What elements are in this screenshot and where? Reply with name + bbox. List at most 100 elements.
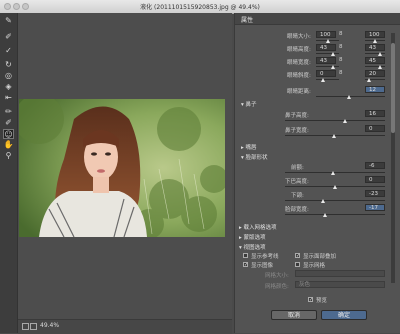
nose-section-label: 鼻子 bbox=[245, 102, 257, 108]
eye-distance-label: 眼睛距离: bbox=[287, 89, 311, 95]
mesh-color-select[interactable]: 灰色 bbox=[295, 281, 385, 288]
eye-height-right-input[interactable]: 43 bbox=[365, 44, 385, 51]
forehead-thumb[interactable] bbox=[331, 171, 335, 175]
eye-tilt-left-slider[interactable] bbox=[316, 79, 339, 80]
forehead-slider[interactable] bbox=[285, 172, 385, 173]
mouth-section-label: 嘴唇 bbox=[245, 145, 257, 151]
window-title: 液化 (2011101515920853.jpg @ 49.4%) bbox=[140, 4, 260, 11]
chin-height-thumb[interactable] bbox=[333, 185, 337, 189]
pucker-icon[interactable]: ◎ bbox=[3, 71, 14, 81]
eye-width-right-slider[interactable] bbox=[365, 66, 385, 67]
eye-size-label: 眼睛大小: bbox=[287, 34, 311, 40]
cancel-button[interactable]: 取消 bbox=[271, 310, 317, 320]
nose-height-slider[interactable] bbox=[285, 120, 385, 121]
forehead-row: 前额: -6 bbox=[235, 162, 385, 175]
eye-height-right-slider[interactable] bbox=[365, 53, 385, 54]
link-icon[interactable]: 8 bbox=[339, 57, 343, 63]
chin-height-row: 下巴高度: 0 bbox=[235, 176, 385, 189]
zoom-in-button[interactable] bbox=[30, 323, 37, 330]
ok-button[interactable]: 确定 bbox=[321, 310, 367, 320]
bloat-icon[interactable]: ◈ bbox=[3, 82, 14, 92]
eye-width-left-input[interactable]: 43 bbox=[316, 57, 336, 64]
eye-width-right-thumb[interactable] bbox=[378, 65, 382, 69]
eye-height-row: 眼睛高度: 43 8 43 bbox=[235, 44, 385, 56]
eye-width-right-input[interactable]: 45 bbox=[365, 57, 385, 64]
eye-width-left-slider[interactable] bbox=[316, 66, 339, 67]
mesh-size-select[interactable] bbox=[295, 270, 385, 277]
face-tool-icon[interactable]: ☺ bbox=[3, 129, 14, 139]
eye-height-left-input[interactable]: 43 bbox=[316, 44, 336, 51]
preview-checkbox[interactable]: ✓ bbox=[308, 297, 313, 303]
mesh-size-label: 网格大小: bbox=[265, 273, 289, 279]
eye-distance-input[interactable]: 12 bbox=[365, 86, 385, 93]
scrollbar-thumb[interactable] bbox=[391, 43, 395, 133]
face-width-row: 脸部宽度: -17 bbox=[235, 204, 385, 217]
nose-height-thumb[interactable] bbox=[343, 119, 347, 123]
preview-image[interactable] bbox=[19, 99, 225, 237]
mesh-color-label: 网格颜色: bbox=[265, 284, 289, 290]
load-mesh-section-toggle[interactable]: ▸ 载入网格选项 bbox=[239, 223, 277, 231]
eye-tilt-right-input[interactable]: 20 bbox=[365, 70, 385, 77]
jawline-row: 下颌: -23 bbox=[235, 190, 385, 203]
face-width-input[interactable]: -17 bbox=[365, 204, 385, 211]
eye-tilt-left-thumb[interactable] bbox=[321, 78, 325, 82]
eye-distance-row: 眼睛距离: 12 bbox=[235, 86, 385, 99]
freeze-mask-icon[interactable]: ✏ bbox=[3, 107, 14, 117]
title-bar: 液化 (2011101515920853.jpg @ 49.4%) bbox=[0, 0, 400, 14]
mask-section-label: 蒙版选项 bbox=[243, 235, 266, 241]
jawline-slider[interactable] bbox=[285, 200, 385, 201]
zoom-level[interactable]: 49.4% bbox=[40, 322, 59, 329]
nose-width-thumb[interactable] bbox=[332, 134, 336, 138]
eye-height-left-slider[interactable] bbox=[316, 53, 339, 54]
face-width-thumb[interactable] bbox=[323, 213, 327, 217]
properties-tab-label: 属性 bbox=[241, 17, 254, 24]
nose-width-input[interactable]: 0 bbox=[365, 125, 385, 132]
zoom-tool-icon[interactable]: ⚲ bbox=[3, 151, 14, 161]
eye-height-left-thumb[interactable] bbox=[331, 52, 335, 56]
forehead-input[interactable]: -6 bbox=[365, 162, 385, 169]
hand-tool-icon[interactable]: ✋ bbox=[3, 140, 14, 150]
link-icon[interactable]: 8 bbox=[339, 44, 343, 50]
show-mesh-label: 显示网格 bbox=[303, 263, 326, 269]
mask-section-toggle[interactable]: ▸ 蒙版选项 bbox=[239, 233, 266, 241]
nose-width-label: 鼻子宽度: bbox=[285, 128, 309, 134]
jawline-thumb[interactable] bbox=[321, 199, 325, 203]
push-left-icon[interactable]: ⇤ bbox=[3, 93, 14, 103]
show-face-overlay-checkbox[interactable]: ✓ bbox=[295, 253, 300, 259]
panel-scrollbar[interactable] bbox=[391, 33, 395, 283]
chin-height-input[interactable]: 0 bbox=[365, 176, 385, 183]
link-icon[interactable]: 8 bbox=[339, 70, 343, 76]
eye-height-right-thumb[interactable] bbox=[378, 52, 382, 56]
warp-brush-icon[interactable]: ✎ bbox=[3, 16, 14, 26]
view-section-label: 视图选项 bbox=[243, 245, 266, 251]
show-image-checkbox[interactable]: ✓ bbox=[243, 262, 248, 268]
show-mesh-checkbox[interactable] bbox=[295, 262, 300, 267]
eye-tilt-left-input[interactable]: 0 bbox=[316, 70, 336, 77]
mouth-section-toggle[interactable]: ▸ 嘴唇 bbox=[241, 143, 257, 151]
eye-size-row: 眼睛大小: 100 8 100 bbox=[235, 31, 385, 43]
eye-distance-thumb[interactable] bbox=[347, 95, 351, 99]
properties-tab[interactable]: 属性 bbox=[235, 13, 400, 25]
face-shape-section-label: 脸部形状 bbox=[245, 155, 268, 161]
forehead-label: 前额: bbox=[291, 165, 304, 171]
eye-size-left-thumb[interactable] bbox=[326, 39, 330, 43]
link-icon[interactable]: 8 bbox=[339, 31, 343, 37]
thaw-mask-icon[interactable]: ✐ bbox=[3, 118, 14, 128]
twirl-icon[interactable]: ↻ bbox=[3, 60, 14, 70]
eye-tilt-right-thumb[interactable] bbox=[367, 78, 371, 82]
reconstruct-brush-icon[interactable]: ✐ bbox=[3, 32, 14, 42]
nose-section-toggle[interactable]: ▾ 鼻子 bbox=[241, 100, 257, 108]
eye-size-right-input[interactable]: 100 bbox=[365, 31, 385, 38]
eye-width-left-thumb[interactable] bbox=[331, 65, 335, 69]
zoom-out-button[interactable] bbox=[22, 323, 29, 330]
show-guides-checkbox[interactable] bbox=[243, 253, 248, 258]
eye-size-left-input[interactable]: 100 bbox=[316, 31, 336, 38]
smooth-brush-icon[interactable]: ✓ bbox=[3, 46, 14, 56]
jawline-input[interactable]: -23 bbox=[365, 190, 385, 197]
view-section-toggle[interactable]: ▾ 视图选项 bbox=[239, 243, 266, 251]
eye-tilt-row: 眼睛斜度: 0 8 20 bbox=[235, 70, 385, 82]
eye-size-right-thumb[interactable] bbox=[373, 39, 377, 43]
face-shape-section-toggle[interactable]: ▾ 脸部形状 bbox=[241, 153, 268, 161]
face-width-slider[interactable] bbox=[285, 214, 385, 215]
nose-height-input[interactable]: 16 bbox=[365, 110, 385, 117]
